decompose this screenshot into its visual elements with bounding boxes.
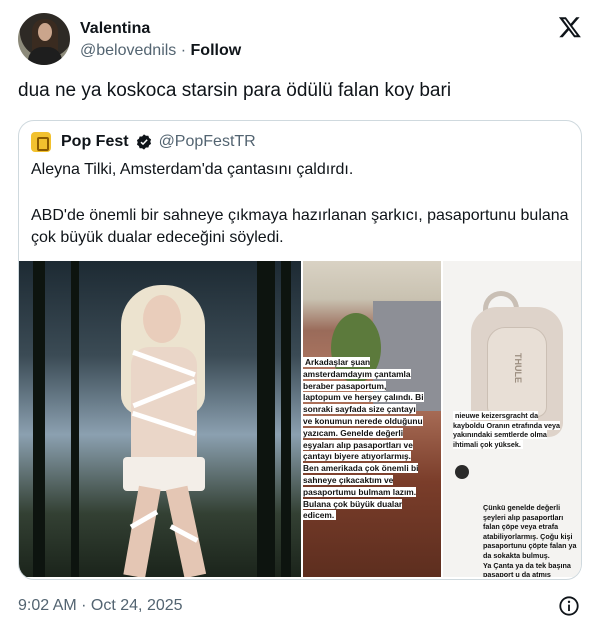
quoted-handle[interactable]: @PopFestTR	[159, 133, 256, 151]
info-icon[interactable]	[558, 595, 580, 617]
follow-button[interactable]: Follow	[191, 42, 242, 59]
quoted-header: Pop Fest @PopFestTR	[31, 131, 256, 153]
author-avatar[interactable]	[18, 13, 70, 65]
media-photo-performer[interactable]	[19, 261, 301, 577]
author-handle-row: @belovednils · Follow	[80, 42, 241, 60]
quoted-tweet[interactable]: Pop Fest @PopFestTR Aleyna Tilki, Amster…	[18, 120, 582, 580]
story-text: Arkadaşlar şuan amsterdamdayım çantamla …	[303, 357, 424, 521]
author-name[interactable]: Valentina	[80, 20, 150, 38]
verified-badge-icon	[136, 134, 151, 150]
quoted-text-line2: ABD'de önemli bir sahneye çıkmaya hazırl…	[31, 207, 569, 246]
quoted-name[interactable]: Pop Fest	[61, 133, 129, 151]
x-logo-icon[interactable]	[558, 15, 582, 39]
media-story-screenshot[interactable]: Arkadaşlar şuan amsterdamdayım çantamla …	[303, 261, 441, 577]
media-backpack-screenshot[interactable]: THULE nieuwe keizersgracht da kayboldu O…	[443, 261, 581, 577]
separator-dot: ·	[176, 42, 191, 59]
media-grid: Arkadaşlar şuan amsterdamdayım çantamla …	[19, 261, 581, 577]
bag-brand: THULE	[513, 353, 523, 383]
author-handle[interactable]: @belovednils	[80, 42, 176, 59]
quoted-avatar[interactable]	[31, 132, 51, 152]
bag-note: nieuwe keizersgracht da kayboldu Oranın …	[453, 411, 561, 449]
story-user-icon	[455, 465, 469, 479]
bag-note-2: Çünkü genelde değerli şeyleri alıp pasap…	[483, 503, 577, 577]
quoted-text-line1: Aleyna Tilki, Amsterdam'da çantasını çal…	[31, 161, 354, 178]
tweet-text: dua ne ya koskoca starsin para ödülü fal…	[18, 80, 452, 101]
tweet-timestamp[interactable]: 9:02 AM · Oct 24, 2025	[18, 597, 183, 615]
tweet-header: Valentina @belovednils · Follow	[18, 13, 582, 65]
